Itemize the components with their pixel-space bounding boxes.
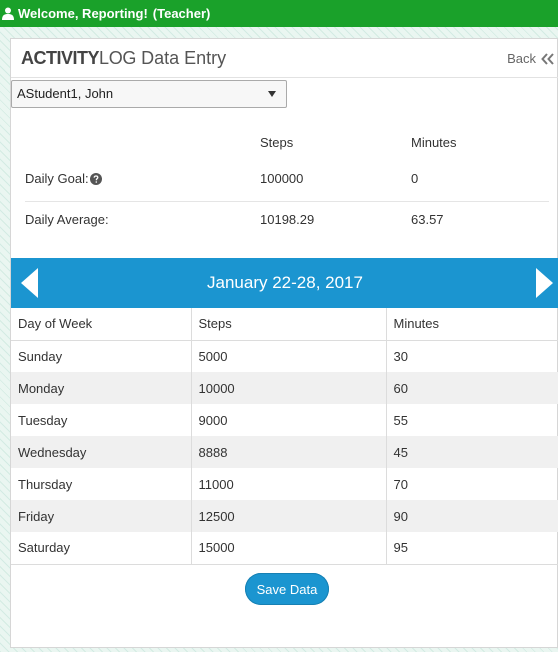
role-text: (Teacher) — [152, 6, 211, 21]
question-circle-icon[interactable] — [89, 173, 102, 185]
minutes-cell[interactable]: 90 — [386, 500, 558, 532]
daily-goal-label: Daily Goal: — [25, 171, 102, 186]
steps-cell[interactable]: 9000 — [191, 404, 387, 436]
minutes-cell[interactable]: 30 — [386, 340, 558, 372]
user-icon — [2, 7, 14, 20]
day-of-week-header: Day of Week — [11, 308, 192, 341]
steps-cell[interactable]: 5000 — [191, 340, 387, 372]
steps-cell[interactable]: 12500 — [191, 500, 387, 532]
day-cell: Monday — [11, 372, 192, 404]
table-row: Tuesday 9000 55 — [11, 404, 558, 436]
daily-goal-label-text: Daily Goal: — [25, 171, 89, 186]
table-header-row: Day of Week Steps Minutes — [11, 308, 558, 341]
steps-header: Steps — [191, 308, 387, 341]
minutes-cell[interactable]: 45 — [386, 436, 558, 468]
brand-light: LOG — [99, 48, 137, 68]
minutes-cell[interactable]: 55 — [386, 404, 558, 436]
back-button[interactable]: Back — [507, 51, 555, 66]
table-row: Thursday 11000 70 — [11, 468, 558, 500]
minutes-cell[interactable]: 70 — [386, 468, 558, 500]
card-header: ACTIVITYLOG Data Entry Back — [11, 39, 558, 78]
student-select-value: AStudent1, John — [17, 86, 114, 101]
prev-week-arrow-icon[interactable] — [21, 268, 39, 298]
day-cell: Saturday — [11, 532, 192, 565]
table-row: Friday 12500 90 — [11, 500, 558, 532]
page-title: ACTIVITYLOG Data Entry — [21, 48, 226, 69]
daily-average-label: Daily Average: — [25, 212, 109, 227]
day-cell: Tuesday — [11, 404, 192, 436]
day-cell: Thursday — [11, 468, 192, 500]
day-cell: Sunday — [11, 340, 192, 372]
activity-table: Day of Week Steps Minutes Sunday 5000 30… — [11, 308, 558, 565]
day-cell: Wednesday — [11, 436, 192, 468]
steps-cell[interactable]: 10000 — [191, 372, 387, 404]
goals-minutes-header: Minutes — [411, 135, 457, 150]
goals-steps-header: Steps — [260, 135, 294, 150]
table-row: Monday 10000 60 — [11, 372, 558, 404]
welcome-bar: Welcome, Reporting! (Teacher) — [0, 0, 558, 27]
welcome-text: Welcome, Reporting! — [18, 6, 148, 21]
data-entry-card: ACTIVITYLOG Data Entry Back AStudent1, Jo… — [10, 38, 558, 648]
student-select[interactable]: AStudent1, John — [11, 80, 287, 108]
save-data-button[interactable]: Save Data — [245, 573, 329, 605]
minutes-cell[interactable]: 95 — [386, 532, 558, 565]
minutes-header: Minutes — [386, 308, 558, 341]
table-row: Sunday 5000 30 — [11, 340, 558, 372]
daily-average-steps: 10198.29 — [260, 212, 315, 227]
steps-cell[interactable]: 11000 — [191, 468, 387, 500]
week-range: January 22-28, 2017 — [207, 273, 363, 292]
steps-cell[interactable]: 15000 — [191, 532, 387, 565]
week-navigator: January 22-28, 2017 — [11, 258, 558, 308]
table-row: Saturday 15000 95 — [11, 532, 558, 565]
back-label: Back — [507, 51, 536, 66]
day-cell: Friday — [11, 500, 192, 532]
goals-divider — [25, 201, 549, 202]
double-chevron-left-icon — [541, 52, 554, 65]
minutes-cell[interactable]: 60 — [386, 372, 558, 404]
daily-goal-minutes: 0 — [411, 171, 419, 186]
daily-average-minutes: 63.57 — [411, 212, 444, 227]
daily-goal-steps: 100000 — [260, 171, 304, 186]
caret-down-icon — [268, 91, 276, 97]
brand-bold: ACTIVITY — [21, 48, 100, 68]
page-title-text: Data Entry — [141, 48, 227, 68]
steps-cell[interactable]: 8888 — [191, 436, 387, 468]
next-week-arrow-icon[interactable] — [535, 268, 553, 298]
table-row: Wednesday 8888 45 — [11, 436, 558, 468]
